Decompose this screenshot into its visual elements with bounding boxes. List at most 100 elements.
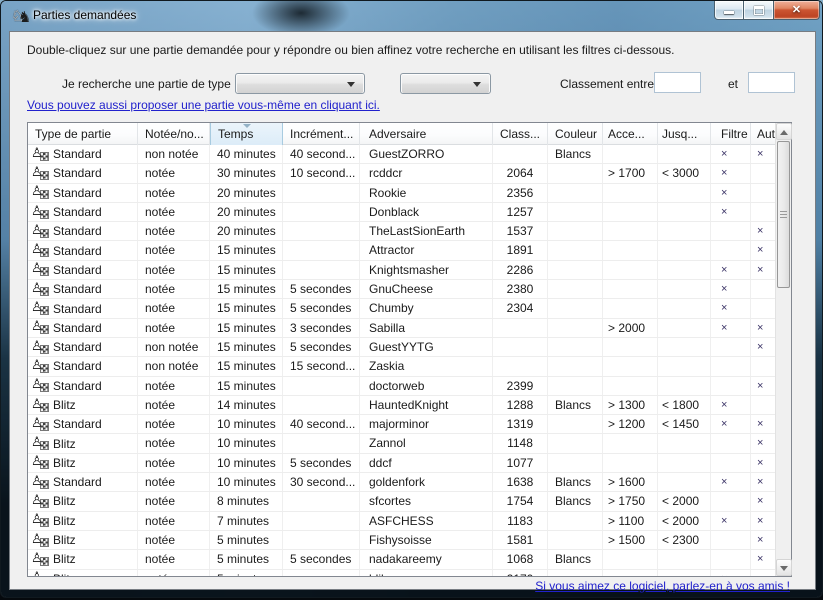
table-row[interactable]: ♙Standardnon notée15 minutes5 secondesGu… (28, 338, 775, 357)
cell-rating: 1077 (493, 454, 548, 472)
column-header-opponent[interactable]: Adversaire (360, 123, 493, 145)
game-subtype-select[interactable] (400, 73, 491, 94)
cell-rating: 1581 (493, 531, 548, 549)
close-icon: ✕ (774, 3, 819, 16)
table-row[interactable]: ♙Blitznotée14 minutesHauntedKnight1288Bl… (28, 396, 775, 415)
cell-rating: 1183 (493, 512, 548, 530)
cell-rating: 1288 (493, 396, 548, 414)
table-row[interactable]: ♙Standardnotée15 minutesdoctorweb2399× (28, 377, 775, 396)
table-body: ♙Standardnon notée40 minutes40 second...… (28, 145, 775, 576)
cell-rating-below (658, 338, 711, 356)
column-header-increment[interactable]: Incrément... (283, 123, 360, 145)
pawn-checkerboard-icon: ♙ (32, 513, 49, 528)
cell-rating-above (603, 184, 658, 202)
cell-filter-mark: × (711, 280, 751, 298)
column-header-auto[interactable]: Aut... (751, 123, 775, 145)
table-row[interactable]: ♙Standardnotée15 minutesAttractor1891× (28, 241, 775, 260)
cell-increment (283, 203, 360, 221)
column-header-time[interactable]: Temps (210, 123, 283, 145)
cell-filter-mark (711, 550, 751, 568)
table-row[interactable]: ♙Standardnotée15 minutesKnightsmasher228… (28, 261, 775, 280)
pawn-checkerboard-icon: ♙ (32, 205, 49, 220)
cell-rating-below (658, 377, 711, 395)
cell-time: 15 minutes (210, 299, 283, 317)
cell-filter-mark: × (711, 203, 751, 221)
dialog-window: ♘ ♞ Parties demandées ✕ Double-cliquez s… (0, 0, 823, 598)
cell-time: 15 minutes (210, 319, 283, 337)
cell-auto-mark: × (751, 492, 775, 510)
cell-time: 15 minutes (210, 338, 283, 356)
cell-rating: 1754 (493, 492, 548, 510)
table-row[interactable]: ♙Standardnon notée40 minutes40 second...… (28, 145, 775, 164)
minimize-button[interactable] (714, 1, 744, 20)
cell-color: Blancs (548, 145, 603, 163)
table-row[interactable]: ♙Blitznotée5 minutes5 secondesnadakareem… (28, 550, 775, 569)
cell-auto-mark (751, 357, 775, 375)
column-header-type[interactable]: Type de partie (28, 123, 138, 145)
table-row[interactable]: ♙Blitznotée8 minutessfcortes1754Blancs> … (28, 492, 775, 511)
cell-color (548, 454, 603, 472)
cell-rated: notée (138, 454, 210, 472)
cell-game-type: ♙Standard (28, 299, 138, 317)
rating-min-input[interactable] (654, 72, 701, 93)
maximize-button[interactable] (744, 1, 774, 20)
table-row[interactable]: ♙Blitznotée10 minutes5 secondesddcf1077× (28, 454, 775, 473)
game-type-select[interactable] (235, 73, 365, 94)
column-header-filter[interactable]: Filtre (711, 123, 751, 145)
table-row[interactable]: ♙Standardnon notée15 minutes15 second...… (28, 357, 775, 376)
table-row[interactable]: ♙Standardnotée10 minutes30 second...gold… (28, 473, 775, 492)
cell-increment: 5 secondes (283, 454, 360, 472)
cell-increment: 40 second... (283, 415, 360, 433)
cell-increment: 10 second... (283, 164, 360, 182)
scroll-down-button[interactable] (776, 559, 792, 576)
close-button[interactable]: ✕ (774, 1, 820, 20)
cell-rating: 2286 (493, 261, 548, 279)
cell-game-type: ♙Standard (28, 280, 138, 298)
rating-max-input[interactable] (748, 72, 795, 93)
table-row[interactable]: ♙Blitznotée5 minutesFishysoisse1581> 150… (28, 531, 775, 550)
table-row[interactable]: ♙Standardnotée15 minutes5 secondesChumby… (28, 299, 775, 318)
cell-opponent: blik (360, 570, 493, 576)
cell-time: 5 minutes (210, 570, 283, 576)
cell-game-type: ♙Standard (28, 338, 138, 356)
cell-rating-above: > 1300 (603, 396, 658, 414)
vertical-scrollbar[interactable] (775, 123, 791, 576)
table-row[interactable]: ♙Standardnotée15 minutes3 secondesSabill… (28, 319, 775, 338)
scrollbar-thumb[interactable] (777, 141, 790, 288)
cell-game-type: ♙Standard (28, 357, 138, 375)
table-row[interactable]: ♙Blitznotée10 minutesZannol1148× (28, 434, 775, 453)
cell-rating-above: > 1700 (603, 164, 658, 182)
cell-game-type: ♙Blitz (28, 434, 138, 452)
column-header-rating[interactable]: Class... (493, 123, 548, 145)
cell-rating-below (658, 550, 711, 568)
table-row[interactable]: ♙Standardnotée10 minutes40 second...majo… (28, 415, 775, 434)
table-row[interactable]: ♙Standardnotée20 minutesTheLastSionEarth… (28, 222, 775, 241)
column-header-up-to[interactable]: Jusq... (658, 123, 711, 145)
table-row[interactable]: ♙Blitznotée5 minutesblik2170× (28, 570, 775, 576)
table-row[interactable]: ♙Blitznotée7 minutesASFCHESS1183> 1100< … (28, 512, 775, 531)
cell-rating-above (603, 222, 658, 240)
table-row[interactable]: ♙Standardnotée20 minutesDonblack1257× (28, 203, 775, 222)
scroll-up-button[interactable] (776, 123, 792, 140)
cell-color (548, 184, 603, 202)
column-header-accept-above[interactable]: Acce... (603, 123, 658, 145)
cell-rating-below (658, 280, 711, 298)
table-row[interactable]: ♙Standardnotée20 minutesRookie2356× (28, 184, 775, 203)
table-row[interactable]: ♙Standardnotée30 minutes10 second...rcdd… (28, 164, 775, 183)
cell-rated: notée (138, 241, 210, 259)
pawn-checkerboard-icon: ♙ (32, 147, 49, 162)
cell-increment (283, 396, 360, 414)
table-row[interactable]: ♙Standardnotée15 minutes5 secondesGnuChe… (28, 280, 775, 299)
cell-opponent: Zaskia (360, 357, 493, 375)
promo-link[interactable]: Si vous aimez ce logiciel, parlez-en à v… (535, 579, 790, 593)
column-header-color[interactable]: Couleur (548, 123, 603, 145)
cell-rating: 1148 (493, 434, 548, 452)
column-header-rated[interactable]: Notée/no... (138, 123, 210, 145)
cell-auto-mark: × (751, 434, 775, 452)
title-bar[interactable]: ♘ ♞ Parties demandées ✕ (1, 1, 822, 31)
cell-auto-mark: × (751, 145, 775, 163)
propose-game-link[interactable]: Vous pouvez aussi proposer une partie vo… (27, 98, 380, 112)
cell-opponent: TheLastSionEarth (360, 222, 493, 240)
cell-color (548, 512, 603, 530)
cell-rating: 1891 (493, 241, 548, 259)
